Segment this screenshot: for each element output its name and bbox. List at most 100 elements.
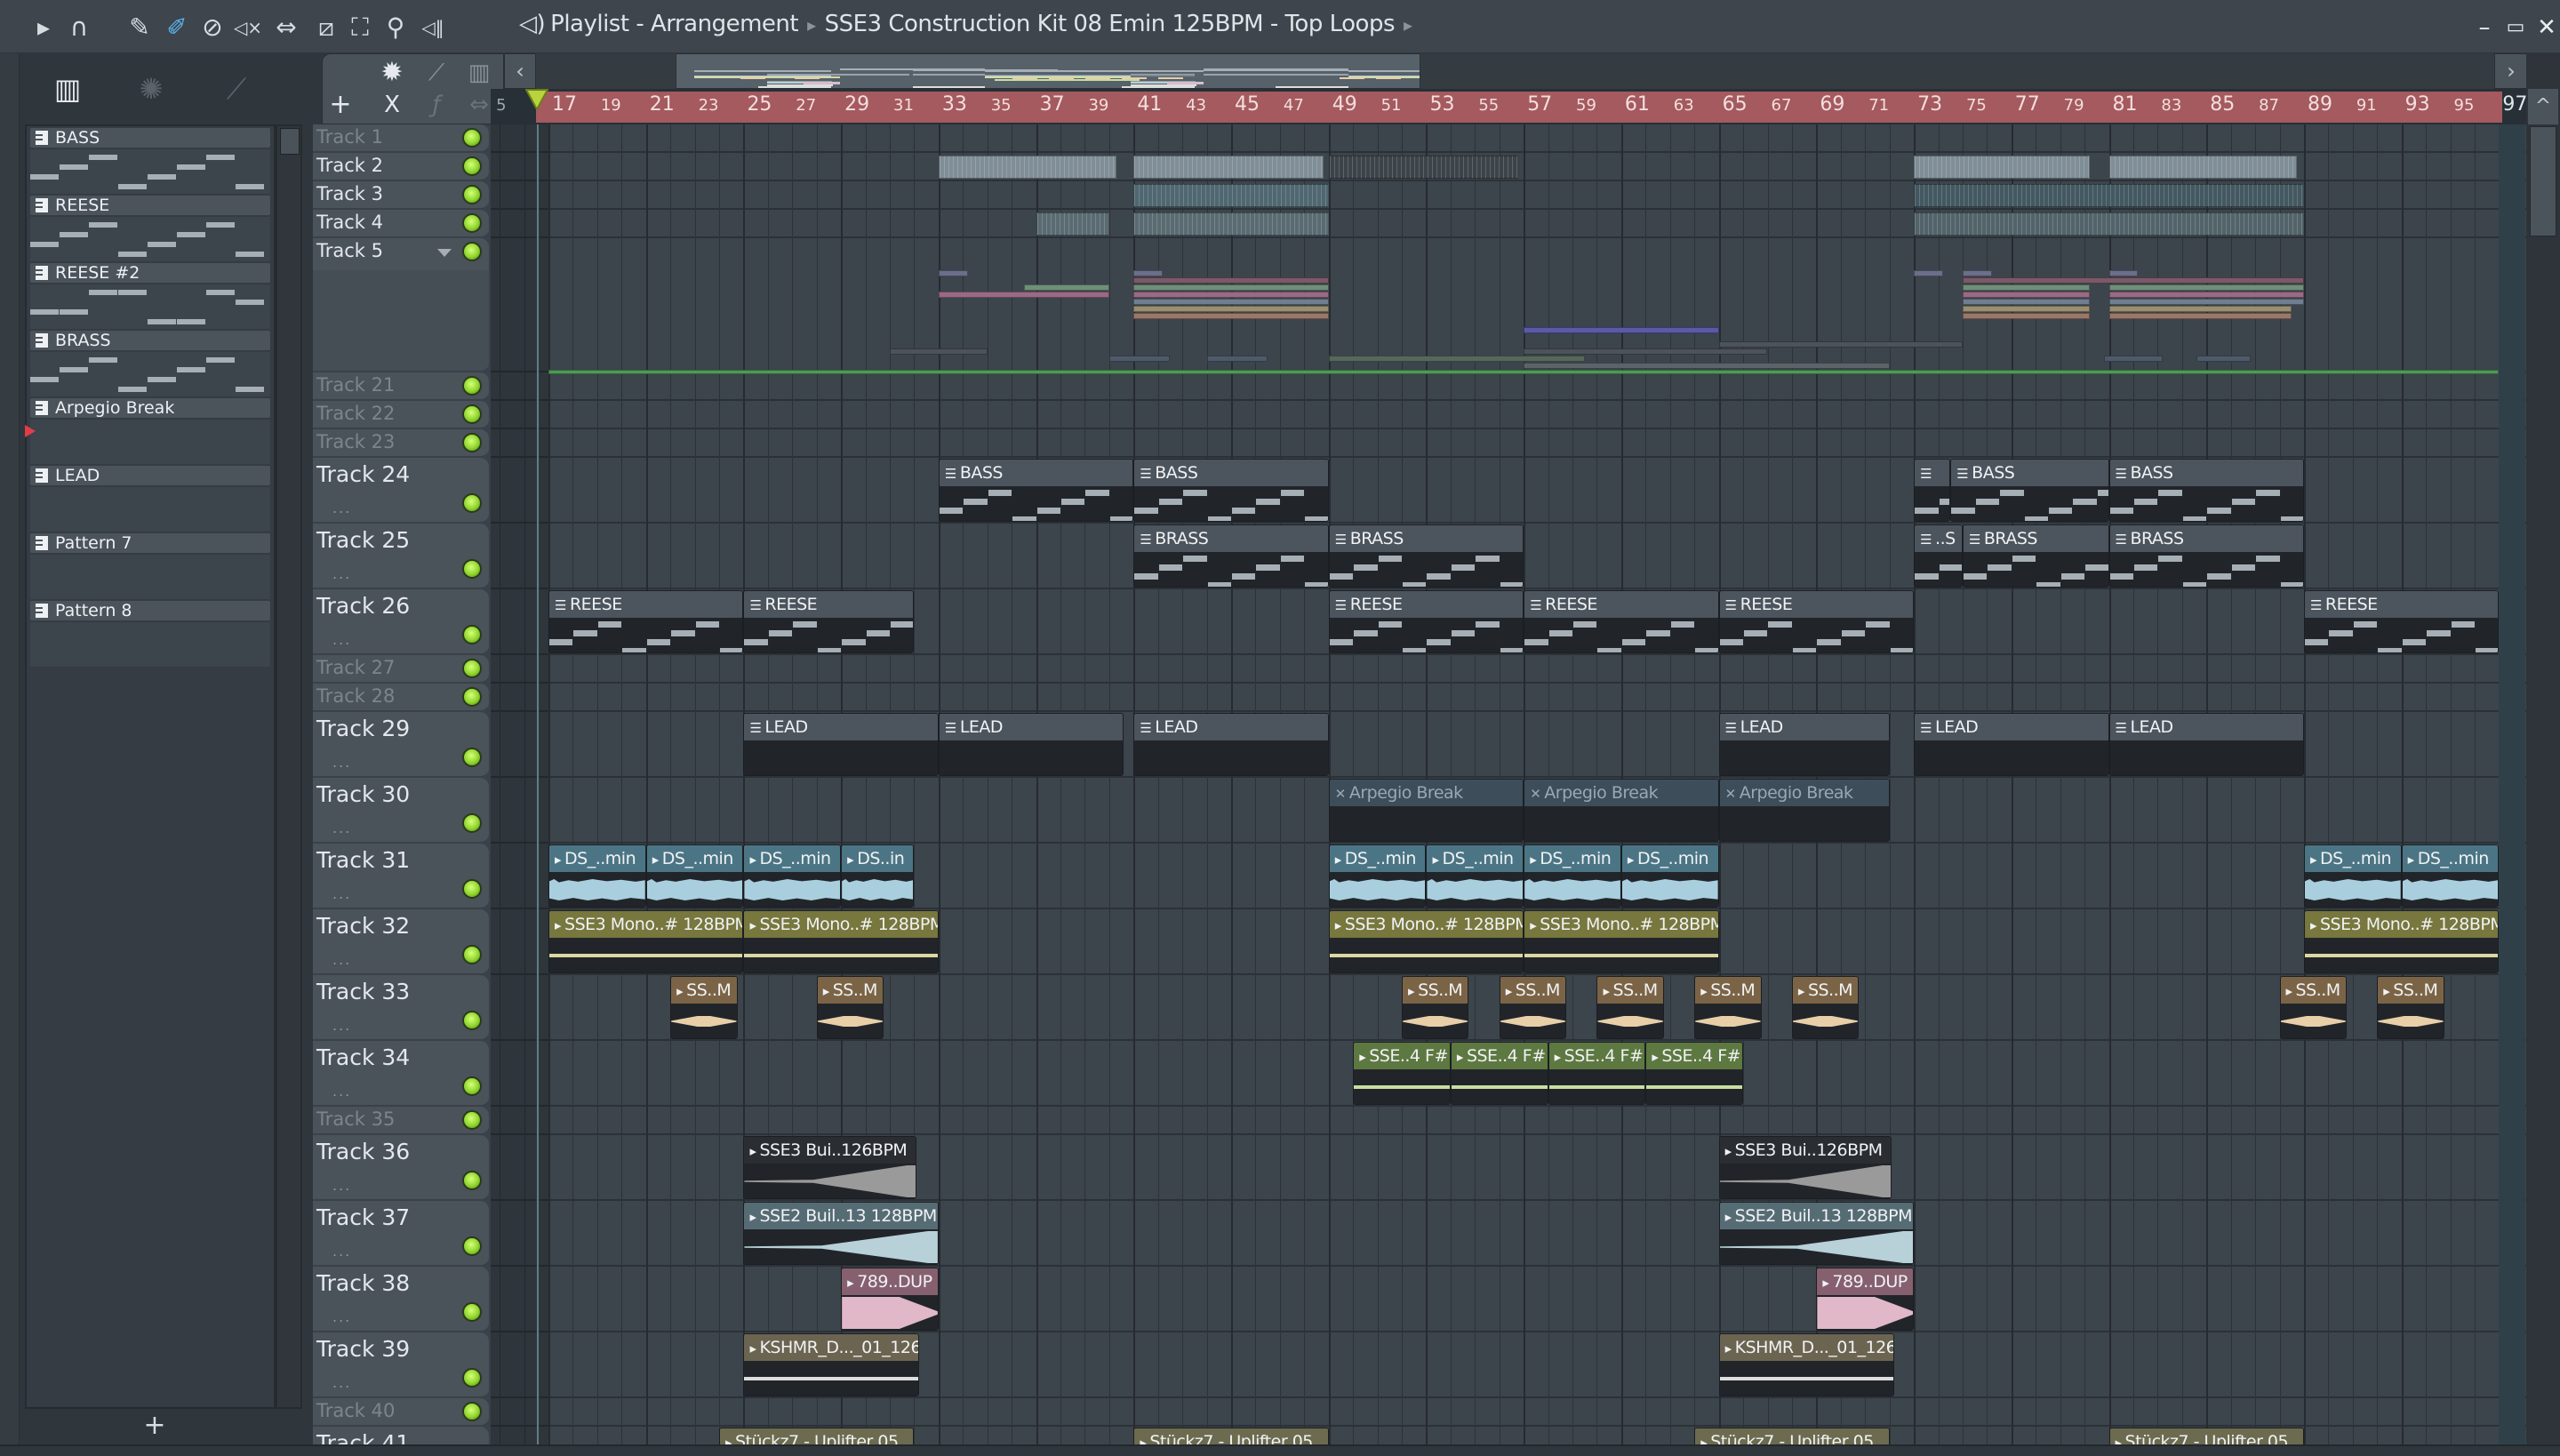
clip-header[interactable]: ☰ ..S: [1915, 525, 1962, 552]
track-name[interactable]: Track 24: [316, 461, 410, 487]
clip-header[interactable]: ▸ SS..M: [1792, 977, 1859, 1004]
track-header[interactable]: Track 30...: [313, 778, 489, 844]
track-header[interactable]: Track 40: [313, 1398, 489, 1427]
clip-pattern[interactable]: ☰ BRASS: [1962, 524, 2109, 588]
track-header[interactable]: Track 22: [313, 401, 489, 429]
clip-header[interactable]: ▸ DS_..min: [1329, 845, 1426, 872]
track-enable-led[interactable]: [462, 659, 482, 678]
track-enable-led[interactable]: [462, 156, 482, 176]
track-name[interactable]: Track 29: [316, 716, 410, 741]
track-enable-led[interactable]: [462, 404, 482, 424]
clip-header[interactable]: ▸ Stückz7 - Uplifter 05: [720, 1428, 914, 1444]
clip-header[interactable]: ☰ BASS: [939, 460, 1133, 486]
clip-pattern[interactable]: ☰: [1914, 459, 1951, 522]
mini-clip[interactable]: [2108, 156, 2297, 179]
track-lane[interactable]: [491, 1398, 2526, 1427]
clip-f4[interactable]: ▸ SSE..4 F#: [1548, 1042, 1646, 1105]
mini-clip[interactable]: [1962, 313, 2090, 319]
clip-header[interactable]: ☰ BASS: [2109, 460, 2303, 486]
track-enable-led[interactable]: [462, 625, 482, 644]
clip-lead[interactable]: ☰ LEAD: [1718, 713, 1890, 776]
browser-item-header[interactable]: Arpegio Break: [30, 398, 270, 418]
mini-clip[interactable]: [1914, 184, 2304, 207]
track-header[interactable]: Track 31...: [313, 844, 489, 909]
track-name[interactable]: Track 22: [316, 403, 395, 424]
pencil-icon[interactable]: ✎: [124, 12, 155, 43]
clip-header[interactable]: ☰ REESE: [744, 591, 914, 618]
track-header[interactable]: Track 38...: [313, 1267, 489, 1332]
track-lane[interactable]: [491, 1107, 2526, 1135]
clip-header[interactable]: ▸ DS_..min: [1524, 845, 1620, 872]
breadcrumb-current[interactable]: SSE3 Construction Kit 08 Emin 125BPM - T…: [825, 11, 1396, 37]
clip-header[interactable]: ☰ LEAD: [744, 714, 938, 740]
clip-mono[interactable]: ▸ SSE3 Mono..# 128BPM: [548, 910, 744, 973]
mini-clip[interactable]: [2108, 284, 2304, 291]
track-name[interactable]: Track 33: [316, 979, 410, 1004]
track-name[interactable]: Track 23: [316, 431, 395, 452]
track-options-icon[interactable]: ...: [332, 631, 351, 648]
close-button[interactable]: ✕: [2533, 12, 2560, 43]
clip-header[interactable]: ▸ SSE..4 F#: [1548, 1043, 1645, 1069]
clip-header[interactable]: ▸ SS..M: [2378, 977, 2444, 1004]
clip-lead[interactable]: ☰ LEAD: [1914, 713, 2109, 776]
clip-pattern[interactable]: ☰ BASS: [2108, 459, 2304, 522]
select-icon[interactable]: ⛶: [345, 12, 375, 43]
track-name[interactable]: Track 34: [316, 1044, 410, 1070]
browser-item[interactable]: BASS: [30, 128, 270, 196]
clip-header[interactable]: ▸ SS..M: [1597, 977, 1663, 1004]
clip-header[interactable]: ▸ KSHMR_D..._01_126: [1719, 1334, 1894, 1361]
clip-ds[interactable]: ▸ DS_..min: [2401, 844, 2500, 908]
clip-mono[interactable]: ▸ SSE3 Mono..# 128BPM: [1524, 910, 1719, 973]
track-name[interactable]: Track 37: [316, 1204, 410, 1230]
mini-clip[interactable]: [1962, 306, 2090, 312]
mini-clip[interactable]: [2108, 292, 2304, 298]
clip-header[interactable]: ☰ BASS: [1134, 460, 1328, 486]
clip-pattern[interactable]: ☰ REESE: [1328, 590, 1524, 653]
clip-lead[interactable]: ☰ LEAD: [1133, 713, 1329, 776]
cut-button[interactable]: X: [374, 90, 410, 120]
clip-header[interactable]: ✕ Arpegio Break: [1329, 780, 1524, 806]
track-header[interactable]: Track 29...: [313, 712, 489, 778]
clip-buil2[interactable]: ▸ SSE2 Buil..13 128BPM: [743, 1202, 939, 1265]
clip-ssm[interactable]: ▸ SS..M: [1791, 976, 1860, 1039]
clip-header[interactable]: ☰ LEAD: [1134, 714, 1328, 740]
track-enable-led[interactable]: [462, 242, 482, 261]
track-lane[interactable]: [491, 655, 2526, 684]
track-options-icon[interactable]: ...: [332, 500, 351, 516]
clip-pattern[interactable]: ☰ BASS: [938, 459, 1134, 522]
browser-item[interactable]: Pattern 7: [30, 533, 270, 601]
clip-lead[interactable]: ☰ LEAD: [938, 713, 1124, 776]
mini-clip[interactable]: [1133, 292, 1329, 298]
browser-item-header[interactable]: Pattern 7: [30, 533, 270, 553]
browser-scroll-thumb[interactable]: [280, 128, 300, 155]
track-name[interactable]: Track 38: [316, 1270, 410, 1296]
mini-clip[interactable]: [1718, 341, 1963, 348]
track-lane[interactable]: [491, 372, 2526, 401]
browser-add-button[interactable]: +: [142, 1412, 167, 1439]
mini-clip[interactable]: [2108, 299, 2304, 305]
clip-stuck[interactable]: ▸ Stückz7 - Uplifter 05: [719, 1428, 915, 1444]
track-header[interactable]: Track 28: [313, 684, 489, 712]
clip-f4[interactable]: ▸ SSE..4 F#: [1353, 1042, 1451, 1105]
clip-pattern[interactable]: ☰ REESE: [548, 590, 744, 653]
track-options-icon[interactable]: ...: [332, 1083, 351, 1100]
clip-header[interactable]: ▸ Stückz7 - Uplifter 05: [1695, 1428, 1889, 1444]
clip-header[interactable]: ☰ BRASS: [1134, 525, 1328, 552]
track-options-icon[interactable]: ...: [332, 1243, 351, 1260]
track-enable-led[interactable]: [462, 1402, 482, 1421]
track-enable-led[interactable]: [462, 433, 482, 452]
track-options-icon[interactable]: ...: [332, 885, 351, 902]
track-lane[interactable]: [491, 1267, 2526, 1332]
track-name[interactable]: Track 31: [316, 847, 410, 873]
clip-header[interactable]: ▸ SS..M: [1403, 977, 1468, 1004]
clip-ds[interactable]: ▸ DS_..min: [2303, 844, 2402, 908]
timeline-ruler[interactable]: 5 17 19 21 23 25 27 29 31 33 35 37 39 41 43 45 47 49 51 53 5…: [491, 89, 2526, 124]
mini-clip[interactable]: [1962, 284, 2090, 291]
track-enable-led[interactable]: [462, 493, 482, 513]
vertical-scrollbar[interactable]: ^: [2526, 53, 2560, 1444]
mini-clip[interactable]: [1328, 156, 1519, 179]
clip-header[interactable]: ☰ REESE: [2304, 591, 2499, 618]
mini-clip[interactable]: [1133, 299, 1329, 305]
browser-item-header[interactable]: BRASS: [30, 331, 270, 350]
paint-icon[interactable]: ✐: [162, 12, 192, 43]
